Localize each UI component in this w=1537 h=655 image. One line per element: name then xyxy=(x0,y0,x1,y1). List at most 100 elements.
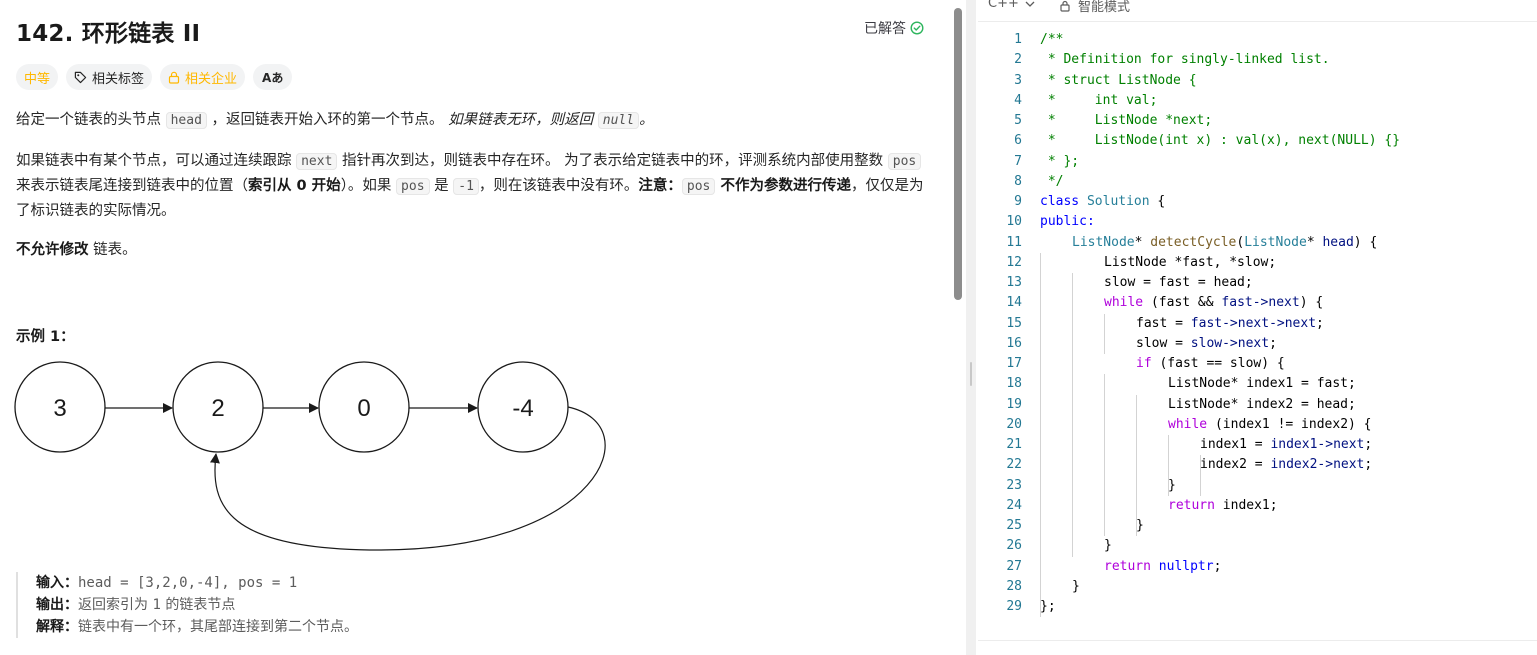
inline-code: pos xyxy=(887,153,922,170)
code-token: slow = xyxy=(1136,335,1191,351)
code-token: index2->next xyxy=(1270,457,1365,473)
code-text: slow = slow->next; xyxy=(1136,334,1277,354)
code-text: class Solution { xyxy=(1040,192,1165,212)
list-node-value: 0 xyxy=(357,395,370,422)
code-line: 2 * Definition for singly-linked list. xyxy=(978,50,1537,70)
code-token: fast->next->next xyxy=(1190,315,1317,331)
line-number: 12 xyxy=(1006,254,1022,270)
code-token: index1 = xyxy=(1200,437,1271,452)
code-text: /** xyxy=(1040,32,1064,47)
lock-icon xyxy=(168,71,180,84)
code-line: 10 public: xyxy=(978,212,1537,232)
line-number: 11 xyxy=(1006,234,1022,250)
code-token: nullptr xyxy=(1158,558,1214,574)
code-text: index2 = index2->next; xyxy=(1200,455,1372,475)
code-text: return index1; xyxy=(1168,496,1278,516)
code-text: */ xyxy=(1040,173,1064,189)
line-number: 9 xyxy=(1014,194,1022,209)
text: 是 xyxy=(429,178,454,194)
description-paragraph-1: 给定一个链表的头节点 head ，返回链表开始入环的第一个节点。 如果链表无环，… xyxy=(16,108,931,133)
code-token: ListNode xyxy=(1072,234,1135,250)
description-paragraph-3: 不允许修改 链表。 xyxy=(16,238,931,262)
code-line: 17 if (fast == slow) { xyxy=(978,354,1537,374)
code-text: * struct ListNode { xyxy=(1040,72,1197,88)
inline-code: head xyxy=(165,112,207,129)
bold-text: 注意： xyxy=(638,178,682,194)
code-token: (fast && xyxy=(1143,295,1222,311)
code-text: while (fast && fast->next) { xyxy=(1104,293,1323,313)
tag-row: 中等 相关标签 相关企业 Aあ xyxy=(16,64,293,90)
text: 指针再次到达，则链表中存在环。 为了表示给定链表中的环，评测系统内部使用整数 xyxy=(337,153,888,169)
code-token: fast->next xyxy=(1221,295,1300,311)
code-text: ListNode* index1 = fast; xyxy=(1168,376,1356,392)
line-number: 5 xyxy=(1014,113,1022,128)
line-number: 24 xyxy=(1006,497,1022,513)
line-number: 16 xyxy=(1006,335,1022,351)
bold-text: 不允许修改 xyxy=(16,242,89,258)
code-text: slow = fast = head; xyxy=(1104,275,1253,290)
related-companies-button[interactable]: 相关企业 xyxy=(160,64,246,90)
line-number: 3 xyxy=(1014,72,1022,88)
output-text: 的链表节点 xyxy=(160,597,236,613)
problem-title[interactable]: 142. 环形链表 II xyxy=(16,14,200,48)
code-token: ; xyxy=(1364,457,1373,473)
code-token: ; xyxy=(1316,315,1324,331)
translate-icon: Aあ xyxy=(262,70,284,85)
line-number: 7 xyxy=(1014,153,1022,169)
code-text: index1 = index1->next; xyxy=(1200,435,1372,455)
code-text: } xyxy=(1168,477,1176,493)
language-select[interactable]: C++ xyxy=(988,0,1035,11)
text: ）。如果 xyxy=(340,178,397,194)
panel-splitter[interactable] xyxy=(966,0,976,655)
splitter-grip-handle[interactable] xyxy=(970,362,972,386)
code-text: fast = fast->next->next; xyxy=(1136,314,1324,334)
difficulty-badge[interactable]: 中等 xyxy=(16,64,59,90)
line-number: 15 xyxy=(1006,315,1022,331)
code-token: fast = xyxy=(1136,315,1191,331)
inline-code: pos xyxy=(681,178,716,195)
code-line: 29}; xyxy=(978,597,1537,617)
code-token: head xyxy=(1322,234,1354,250)
line-number: 26 xyxy=(1006,538,1022,554)
text: ，返回链表开始入环的第一个节点。 xyxy=(206,112,449,128)
smart-mode-toggle[interactable]: 智能模式 xyxy=(1060,0,1130,15)
example-title: 示例 1： xyxy=(16,329,75,345)
example-io-block: 输入：head = [3,2,0,-4], pos = 1 输出：返回索引为 1… xyxy=(16,572,616,638)
list-node-value: 2 xyxy=(211,395,224,422)
code-line: 14 while (fast && fast->next) { xyxy=(978,293,1537,313)
code-token: while xyxy=(1168,416,1208,432)
code-line: 28} xyxy=(978,577,1537,597)
code-token: (fast == slow) { xyxy=(1151,356,1285,371)
code-text: ListNode* detectCycle(ListNode* head) { xyxy=(1072,233,1377,253)
language-label: C++ xyxy=(988,0,1019,11)
code-text: * Definition for singly-linked list. xyxy=(1040,52,1330,68)
output-label: 输出： xyxy=(36,597,78,613)
explanation-text: 链表中有一个环，其尾部连接到第二个节点。 xyxy=(78,619,358,635)
related-tags-button[interactable]: 相关标签 xyxy=(66,64,153,90)
code-line: 23} xyxy=(978,476,1537,496)
line-number: 8 xyxy=(1014,173,1022,189)
code-text: * ListNode(int x) : val(x), next(NULL) {… xyxy=(1040,133,1401,149)
code-token: class xyxy=(1040,194,1080,209)
code-editor[interactable]: 1 /** 2 * Definition for singly-linked li… xyxy=(978,30,1537,618)
related-companies-label: 相关企业 xyxy=(185,71,238,87)
code-text: } xyxy=(1104,538,1112,554)
code-token: ; xyxy=(1213,558,1222,574)
translate-button[interactable]: Aあ xyxy=(253,64,293,90)
code-token: Solution xyxy=(1086,194,1150,209)
code-token: { xyxy=(1149,194,1166,209)
code-text: while (index1 != index2) { xyxy=(1168,415,1372,435)
code-text: public: xyxy=(1040,214,1095,230)
list-node-value: 3 xyxy=(53,395,66,422)
description-scrollbar-thumb[interactable] xyxy=(954,8,962,300)
line-number: 20 xyxy=(1006,416,1022,432)
solved-status: 已解答 xyxy=(864,18,924,38)
output-text: 返回索引为 xyxy=(78,597,153,613)
line-number: 23 xyxy=(1006,477,1022,493)
code-token: ; xyxy=(1364,437,1373,452)
solved-label: 已解答 xyxy=(864,21,906,37)
difficulty-label: 中等 xyxy=(24,71,51,87)
inline-code: next xyxy=(296,153,338,170)
code-line: 27 return nullptr; xyxy=(978,557,1537,577)
code-line: 12 ListNode *fast, *slow; xyxy=(978,253,1537,273)
